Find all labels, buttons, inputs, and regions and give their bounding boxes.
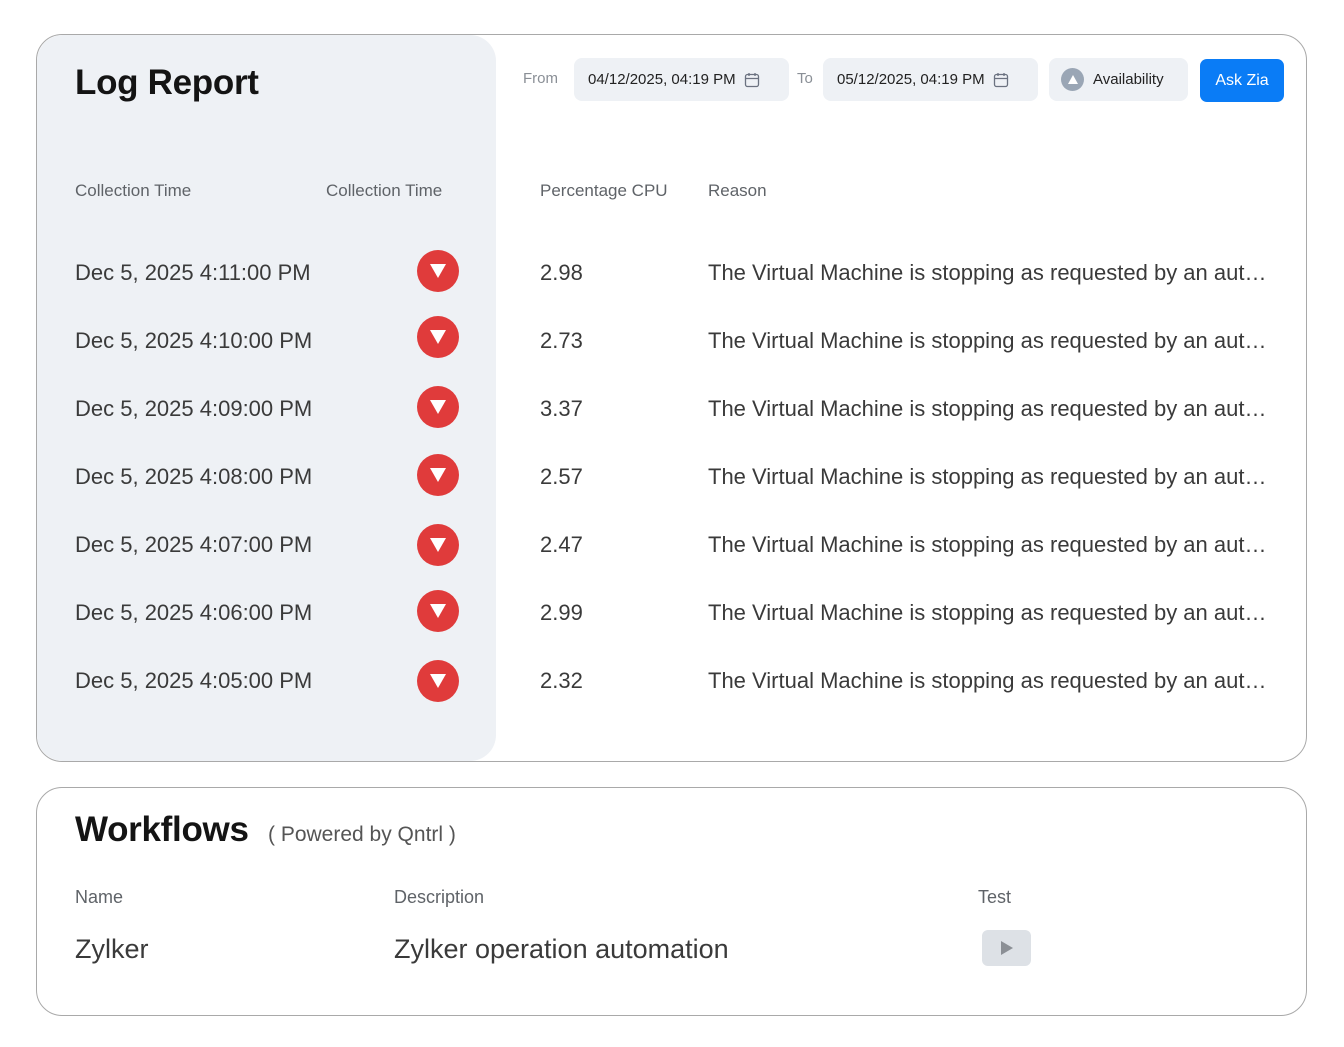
from-label: From: [523, 70, 558, 87]
workflow-name: Zylker: [75, 934, 149, 964]
row-collection-time: Dec 5, 2025 4:07:00 PM: [75, 532, 313, 557]
workflow-description: Zylker operation automation: [394, 934, 729, 964]
to-date-picker[interactable]: 05/12/2025, 04:19 PM: [823, 58, 1038, 101]
row-percentage-cpu: 2.32: [540, 668, 583, 693]
to-date-value: 05/12/2025, 04:19 PM: [837, 71, 985, 88]
workflows-title: Workflows: [75, 810, 249, 849]
column-header-status: Collection Time: [326, 181, 443, 200]
column-header-description: Description: [394, 887, 485, 907]
calendar-icon: [993, 72, 1008, 87]
column-header-collection-time: Collection Time: [75, 181, 192, 200]
row-collection-time: Dec 5, 2025 4:05:00 PM: [75, 668, 313, 693]
row-percentage-cpu: 2.57: [540, 464, 583, 489]
row-percentage-cpu: 2.47: [540, 532, 583, 557]
ask-zia-button[interactable]: Ask Zia: [1200, 59, 1284, 102]
row-reason: The Virtual Machine is stopping as reque…: [708, 260, 1268, 285]
row-reason: The Virtual Machine is stopping as reque…: [708, 668, 1268, 693]
row-collection-time: Dec 5, 2025 4:06:00 PM: [75, 600, 313, 625]
test-workflow-button[interactable]: [982, 930, 1031, 966]
log-report-card: Log Report From 04/12/2025, 04:19 PM To …: [36, 34, 1307, 762]
down-status-icon: [417, 316, 459, 358]
down-status-icon: [417, 386, 459, 428]
row-collection-time: Dec 5, 2025 4:11:00 PM: [75, 260, 311, 285]
from-date-picker[interactable]: 04/12/2025, 04:19 PM: [574, 58, 789, 101]
down-status-icon: [417, 590, 459, 632]
row-reason: The Virtual Machine is stopping as reque…: [708, 532, 1268, 557]
availability-filter-button[interactable]: Availability: [1049, 58, 1188, 101]
workflows-subtitle: ( Powered by Qntrl ): [268, 823, 456, 846]
row-percentage-cpu: 3.37: [540, 396, 583, 421]
to-label: To: [797, 70, 813, 87]
from-date-value: 04/12/2025, 04:19 PM: [588, 71, 736, 88]
availability-up-icon: [1061, 68, 1084, 91]
calendar-icon: [744, 72, 759, 87]
workflows-card: Workflows ( Powered by Qntrl ) Name Desc…: [36, 787, 1307, 1016]
availability-label: Availability: [1093, 71, 1164, 88]
down-status-icon: [417, 524, 459, 566]
row-percentage-cpu: 2.73: [540, 328, 583, 353]
column-header-name: Name: [75, 887, 124, 907]
column-header-percentage-cpu: Percentage CPU: [540, 181, 668, 200]
row-reason: The Virtual Machine is stopping as reque…: [708, 464, 1268, 489]
row-reason: The Virtual Machine is stopping as reque…: [708, 328, 1268, 353]
row-percentage-cpu: 2.99: [540, 600, 583, 625]
down-status-icon: [417, 660, 459, 702]
play-icon: [1000, 941, 1013, 955]
down-status-icon: [417, 454, 459, 496]
down-status-icon: [417, 250, 459, 292]
row-collection-time: Dec 5, 2025 4:09:00 PM: [75, 396, 313, 421]
row-collection-time: Dec 5, 2025 4:08:00 PM: [75, 464, 313, 489]
row-collection-time: Dec 5, 2025 4:10:00 PM: [75, 328, 313, 353]
column-header-test: Test: [978, 887, 1012, 907]
column-header-reason: Reason: [708, 181, 767, 200]
row-reason: The Virtual Machine is stopping as reque…: [708, 600, 1268, 625]
log-report-title: Log Report: [75, 63, 259, 102]
row-reason: The Virtual Machine is stopping as reque…: [708, 396, 1268, 421]
row-percentage-cpu: 2.98: [540, 260, 583, 285]
